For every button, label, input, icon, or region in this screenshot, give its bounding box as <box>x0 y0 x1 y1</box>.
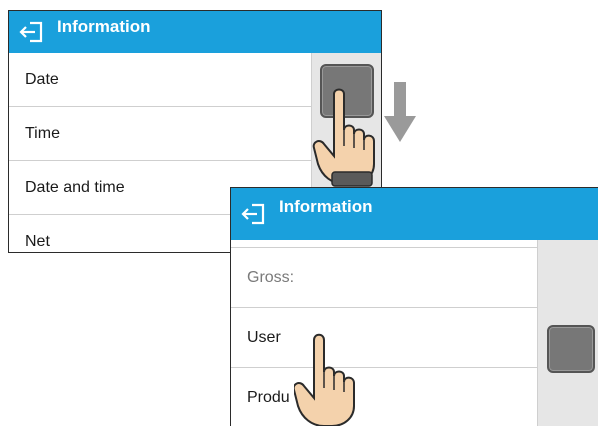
scroll-thumb[interactable] <box>547 325 595 373</box>
pointing-hand-icon <box>312 88 375 187</box>
down-arrow-icon <box>384 82 416 142</box>
list-item-label: Date <box>25 70 59 88</box>
back-arrow-icon <box>19 21 43 43</box>
list-item-gross: Gross: <box>231 248 539 308</box>
pointing-hand-icon <box>294 333 355 426</box>
list-item-label: Date and time <box>25 178 125 196</box>
list-item-product[interactable]: Produ <box>231 368 539 426</box>
list-item-date[interactable]: Date <box>9 53 314 107</box>
scrollbar[interactable] <box>537 240 598 426</box>
back-arrow-icon <box>241 203 265 225</box>
list-divider <box>231 240 539 248</box>
list-item-label: User <box>247 328 281 346</box>
info-list: Gross: User Produ <box>231 240 539 426</box>
header-bar: Information <box>9 11 381 53</box>
header-bar: Information <box>231 188 598 240</box>
list-item-label: Net <box>25 232 50 250</box>
list-item-label: Time <box>25 124 60 142</box>
back-button[interactable] <box>9 11 55 53</box>
information-window-bottom: Information Gross: User Produ <box>230 187 598 426</box>
window-title: Information <box>57 17 151 36</box>
back-button[interactable] <box>231 188 277 240</box>
list-item-user[interactable]: User <box>231 308 539 368</box>
list-item-label: Gross: <box>247 268 295 286</box>
window-title: Information <box>279 197 373 216</box>
list-item-label: Produ <box>247 388 290 406</box>
list-item-time[interactable]: Time <box>9 107 314 161</box>
